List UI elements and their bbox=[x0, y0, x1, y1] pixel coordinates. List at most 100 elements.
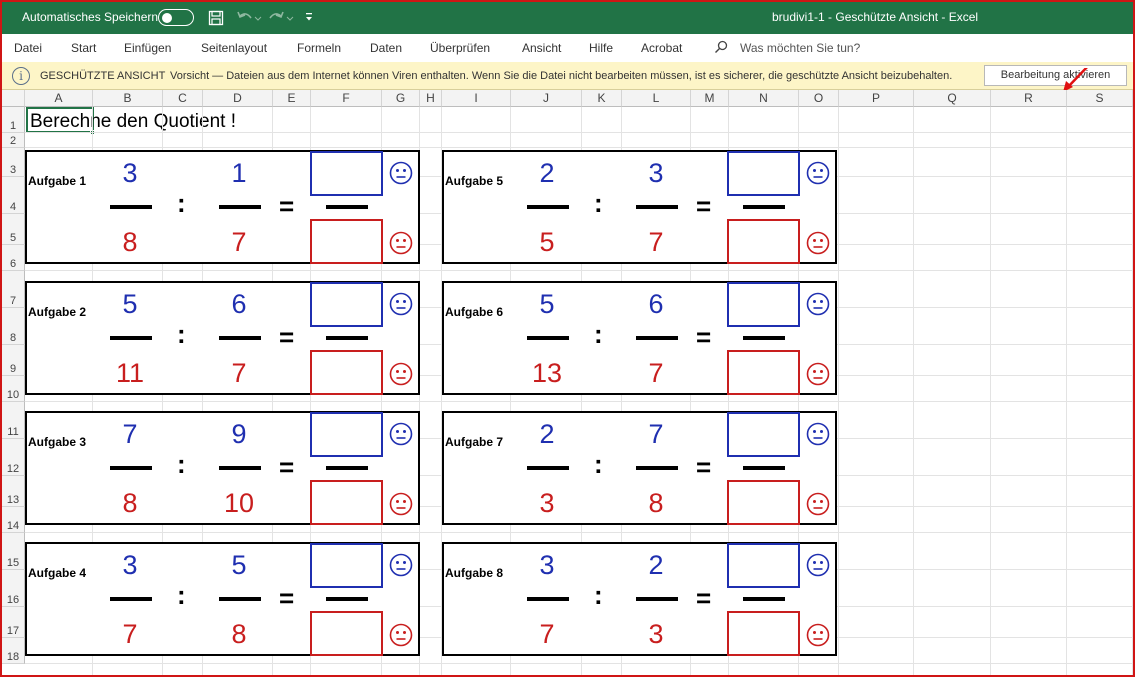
answer-numerator-field[interactable] bbox=[727, 282, 800, 327]
answer-denominator-field[interactable] bbox=[310, 611, 383, 656]
worksheet-grid[interactable]: Berechne den Quotient ! ABCDEFGHIJKLMNOP… bbox=[2, 90, 1133, 675]
task-label: Aufgabe 5 bbox=[445, 174, 504, 188]
denominator-1: 11 bbox=[115, 358, 145, 388]
answer-denominator-field[interactable] bbox=[310, 219, 383, 264]
answer-numerator-field[interactable] bbox=[727, 543, 800, 588]
column-header[interactable]: S bbox=[1067, 90, 1133, 107]
redo-icon[interactable] bbox=[268, 10, 294, 26]
info-icon: i bbox=[12, 67, 30, 85]
tab-formeln[interactable]: Formeln bbox=[297, 41, 341, 55]
search-icon[interactable] bbox=[714, 40, 728, 54]
column-header[interactable]: E bbox=[273, 90, 311, 107]
equals-operator: = bbox=[279, 583, 295, 613]
row-header[interactable]: 12 bbox=[2, 439, 25, 476]
answer-numerator-field[interactable] bbox=[727, 151, 800, 196]
numerator-1: 2 bbox=[539, 419, 555, 449]
result-fraction-bar bbox=[743, 597, 785, 601]
column-header[interactable]: F bbox=[311, 90, 382, 107]
answer-numerator-field[interactable] bbox=[310, 151, 383, 196]
neutral-face-icon bbox=[389, 623, 413, 647]
row-header[interactable]: 17 bbox=[2, 607, 25, 638]
row-header[interactable]: 5 bbox=[2, 214, 25, 245]
column-header[interactable]: A bbox=[25, 90, 93, 107]
neutral-face-icon bbox=[806, 231, 830, 255]
toggle-knob bbox=[162, 12, 172, 23]
row-header[interactable]: 3 bbox=[2, 148, 25, 177]
fraction-bar-1 bbox=[110, 205, 152, 209]
row-header[interactable]: 6 bbox=[2, 245, 25, 271]
column-header[interactable]: Q bbox=[914, 90, 991, 107]
save-icon[interactable] bbox=[208, 10, 224, 26]
tab-datei[interactable]: Datei bbox=[14, 41, 42, 55]
row-header[interactable]: 4 bbox=[2, 177, 25, 214]
answer-denominator-field[interactable] bbox=[310, 480, 383, 525]
row-header[interactable]: 14 bbox=[2, 507, 25, 533]
answer-denominator-field[interactable] bbox=[727, 480, 800, 525]
ribbon-tabs: Datei Start Einfügen Seitenlayout Formel… bbox=[2, 34, 1133, 62]
column-header[interactable]: R bbox=[991, 90, 1067, 107]
column-header[interactable]: J bbox=[511, 90, 582, 107]
tab-einfuegen[interactable]: Einfügen bbox=[124, 41, 171, 55]
tab-ueberpruefen[interactable]: Überprüfen bbox=[430, 41, 490, 55]
answer-numerator-field[interactable] bbox=[310, 412, 383, 457]
tab-acrobat[interactable]: Acrobat bbox=[641, 41, 682, 55]
column-header[interactable]: O bbox=[799, 90, 839, 107]
gridline-vertical bbox=[1132, 107, 1133, 675]
answer-denominator-field[interactable] bbox=[727, 350, 800, 395]
row-header[interactable]: 9 bbox=[2, 345, 25, 376]
gridline-vertical bbox=[990, 107, 991, 675]
customize-quick-access-icon[interactable] bbox=[304, 12, 314, 24]
fraction-bar-2 bbox=[219, 597, 261, 601]
tab-start[interactable]: Start bbox=[71, 41, 96, 55]
denominator-1: 8 bbox=[122, 227, 138, 257]
fraction-bar-1 bbox=[527, 205, 569, 209]
column-header[interactable]: P bbox=[839, 90, 914, 107]
neutral-face-icon bbox=[806, 623, 830, 647]
answer-denominator-field[interactable] bbox=[727, 219, 800, 264]
column-header[interactable]: D bbox=[203, 90, 273, 107]
tab-hilfe[interactable]: Hilfe bbox=[589, 41, 613, 55]
row-header[interactable]: 10 bbox=[2, 376, 25, 402]
undo-icon[interactable] bbox=[236, 10, 262, 26]
column-header[interactable]: I bbox=[442, 90, 511, 107]
denominator-2: 8 bbox=[648, 488, 664, 518]
answer-numerator-field[interactable] bbox=[727, 412, 800, 457]
denominator-1: 13 bbox=[531, 358, 563, 388]
row-header[interactable]: 1 bbox=[2, 107, 25, 133]
row-header[interactable]: 8 bbox=[2, 308, 25, 345]
enable-editing-button[interactable]: Bearbeitung aktivieren bbox=[984, 65, 1127, 86]
column-header[interactable]: N bbox=[729, 90, 799, 107]
answer-denominator-field[interactable] bbox=[310, 350, 383, 395]
gridline-horizontal bbox=[25, 270, 1133, 271]
gridline-horizontal bbox=[25, 401, 1133, 402]
column-header[interactable]: L bbox=[622, 90, 691, 107]
row-header[interactable]: 15 bbox=[2, 533, 25, 570]
column-header[interactable]: H bbox=[420, 90, 442, 107]
select-all-corner[interactable] bbox=[2, 90, 25, 107]
search-input[interactable]: Was möchten Sie tun? bbox=[740, 41, 860, 55]
column-header[interactable]: G bbox=[382, 90, 420, 107]
row-header[interactable]: 7 bbox=[2, 271, 25, 308]
column-header[interactable]: B bbox=[93, 90, 163, 107]
row-header[interactable]: 2 bbox=[2, 133, 25, 148]
column-header[interactable]: M bbox=[691, 90, 729, 107]
autosave-toggle[interactable] bbox=[158, 9, 194, 26]
answer-numerator-field[interactable] bbox=[310, 543, 383, 588]
tab-ansicht[interactable]: Ansicht bbox=[522, 41, 561, 55]
divide-operator: : bbox=[594, 319, 603, 349]
column-header[interactable]: K bbox=[582, 90, 622, 107]
fraction-bar-2 bbox=[636, 466, 678, 470]
row-header[interactable]: 11 bbox=[2, 402, 25, 439]
task-box: Aufgabe 7 2 3: 7 8 = bbox=[442, 411, 837, 525]
answer-denominator-field[interactable] bbox=[727, 611, 800, 656]
task-label: Aufgabe 6 bbox=[445, 305, 504, 319]
row-header[interactable]: 18 bbox=[2, 638, 25, 664]
denominator-2: 7 bbox=[231, 358, 247, 388]
tab-seitenlayout[interactable]: Seitenlayout bbox=[201, 41, 267, 55]
row-header[interactable]: 13 bbox=[2, 476, 25, 507]
row-header[interactable]: 16 bbox=[2, 570, 25, 607]
column-header[interactable]: C bbox=[163, 90, 203, 107]
numerator-1: 5 bbox=[539, 289, 555, 319]
answer-numerator-field[interactable] bbox=[310, 282, 383, 327]
tab-daten[interactable]: Daten bbox=[370, 41, 402, 55]
